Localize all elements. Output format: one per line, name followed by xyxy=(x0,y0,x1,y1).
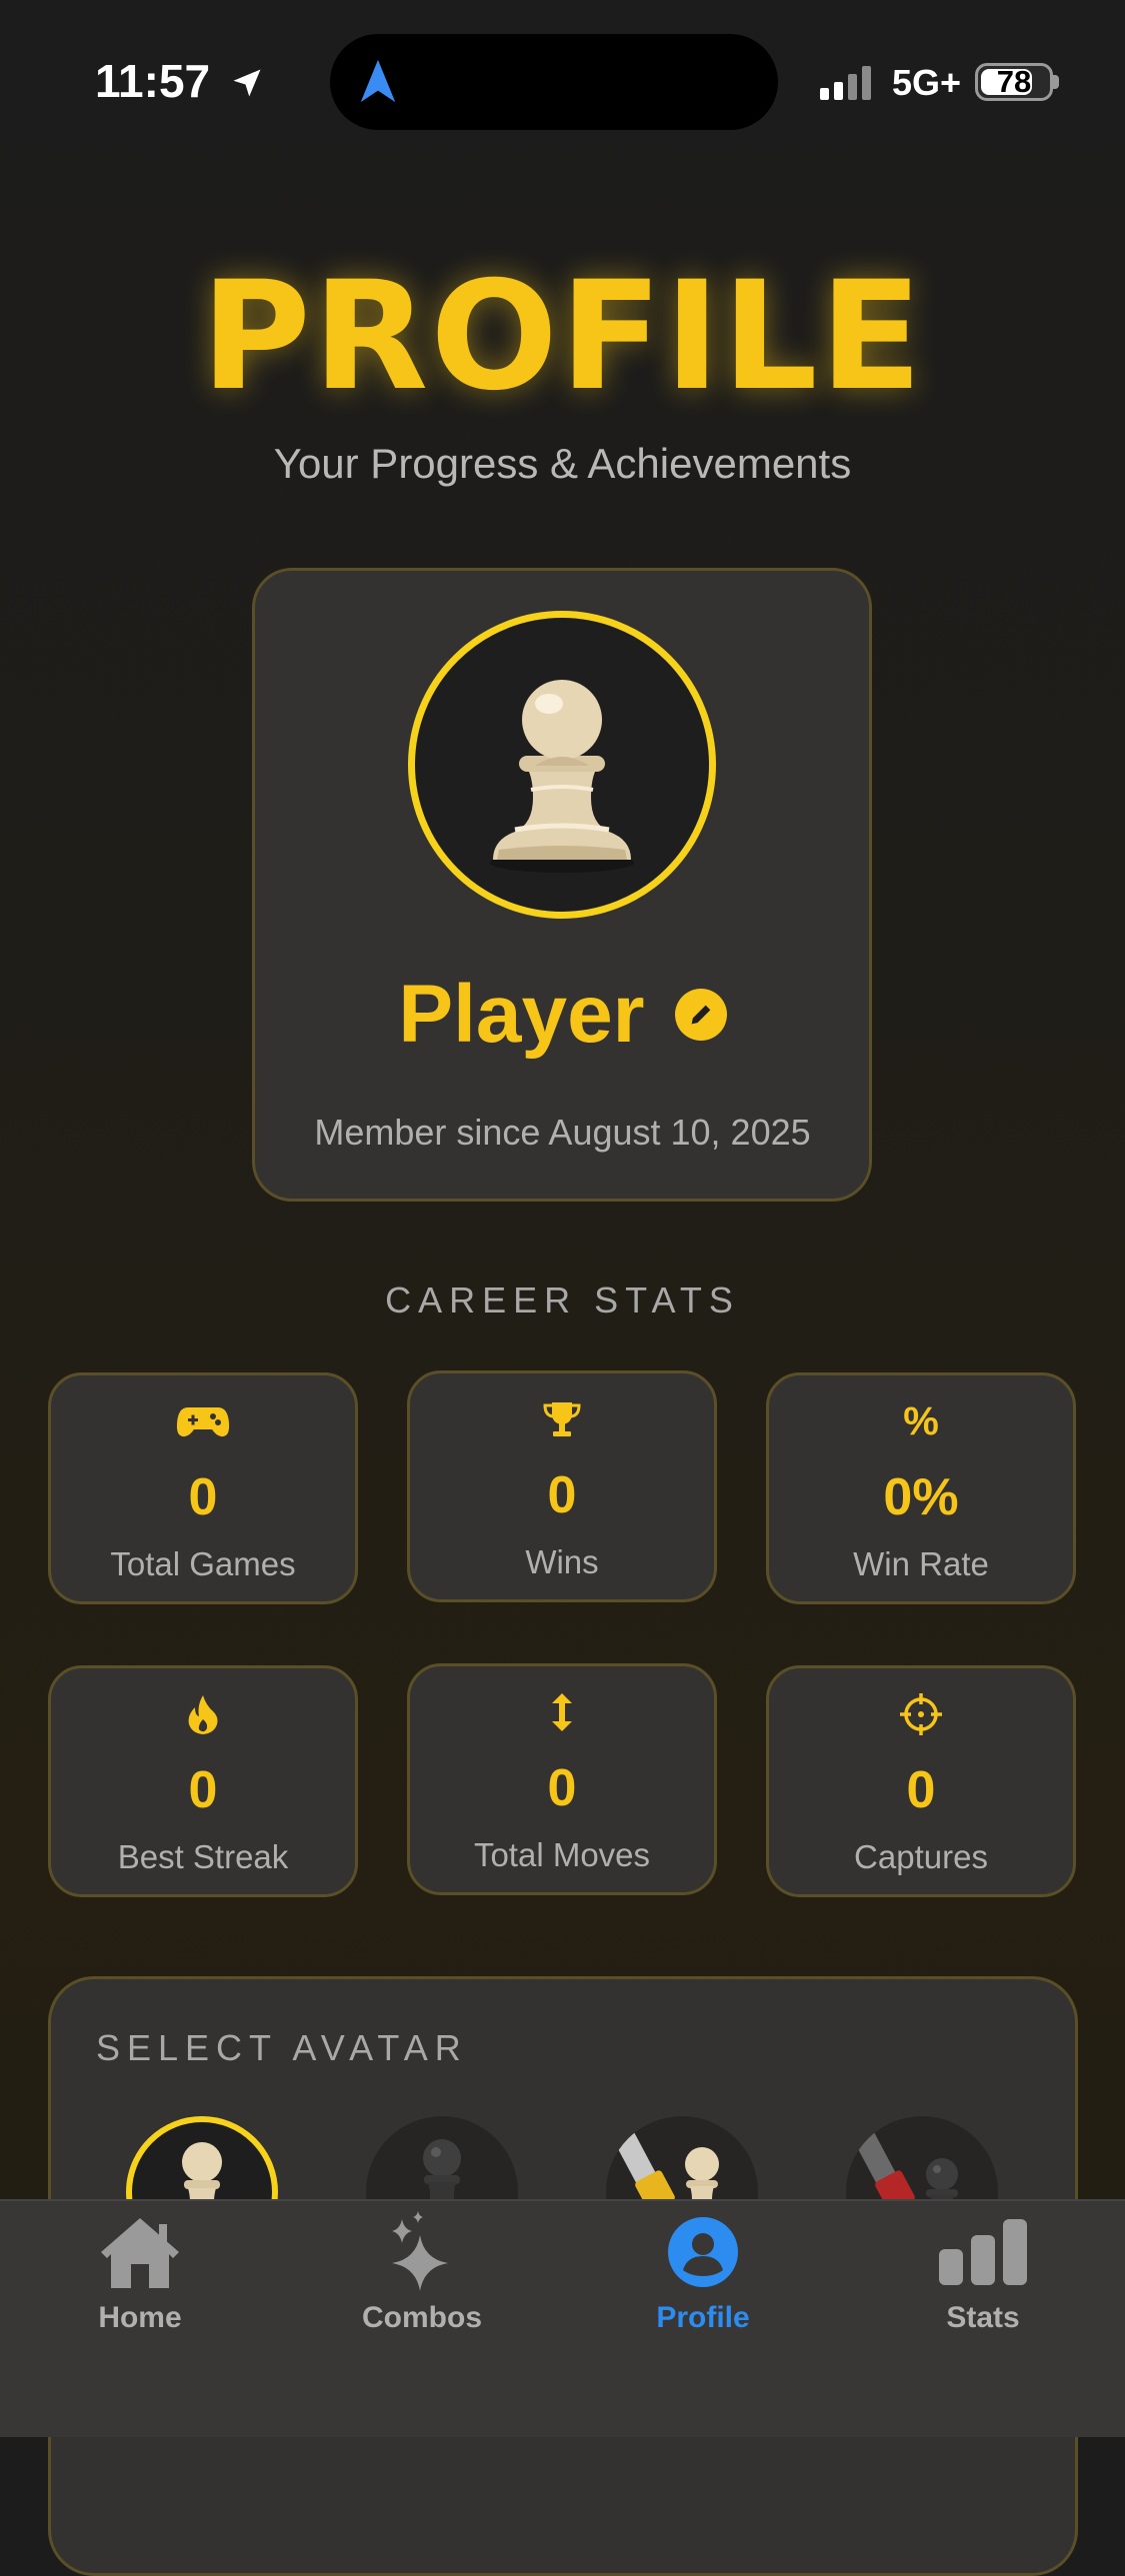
stat-label: Captures xyxy=(854,1838,988,1875)
page-title: PROFILE xyxy=(200,250,925,424)
stat-card-win-rate: % 0% Win Rate xyxy=(766,1372,1076,1604)
stat-label: Total Games xyxy=(110,1545,296,1582)
stat-value: 0 xyxy=(188,1468,218,1526)
stat-label: Wins xyxy=(525,1543,599,1580)
battery-icon: 78 xyxy=(975,63,1053,101)
trophy-icon xyxy=(543,1402,581,1436)
status-time: 11:57 xyxy=(95,54,265,108)
member-since: Member since August 10, 2025 xyxy=(314,1112,811,1153)
stat-value: 0% xyxy=(883,1468,959,1526)
stat-label: Best Streak xyxy=(117,1838,289,1875)
bar-chart-icon xyxy=(939,2219,1027,2285)
network-type: 5G+ xyxy=(892,62,962,103)
stat-card-wins: 0 Wins xyxy=(407,1370,717,1602)
stat-card-captures: 0 Captures xyxy=(766,1665,1076,1897)
edit-name-button[interactable] xyxy=(674,989,727,1041)
profile-avatar[interactable] xyxy=(408,611,716,919)
sparkles-icon xyxy=(392,2211,448,2291)
career-stats-label: CAREER STATS xyxy=(385,1280,740,1320)
battery-cap xyxy=(1053,75,1059,89)
stat-value: 0 xyxy=(547,1466,577,1524)
flame-icon xyxy=(188,1695,218,1734)
stat-value: 0 xyxy=(547,1759,577,1817)
pawn-icon xyxy=(490,680,634,873)
pencil-icon xyxy=(691,1005,710,1025)
stat-label: Total Moves xyxy=(473,1836,651,1873)
stat-card-total-moves: 0 Total Moves xyxy=(407,1663,717,1895)
stat-label: Win Rate xyxy=(853,1545,989,1582)
percent-icon: % xyxy=(903,1398,939,1443)
select-avatar-label: SELECT AVATAR xyxy=(96,2027,468,2068)
stat-card-total-games: 0 Total Games xyxy=(48,1372,358,1604)
gamepad-icon xyxy=(176,1407,230,1437)
page-subtitle: Your Progress & Achievements xyxy=(273,440,852,487)
cellular-signal-icon xyxy=(820,66,876,100)
tab-profile[interactable]: Profile xyxy=(603,2209,803,2335)
house-icon xyxy=(101,2218,179,2288)
stat-value: 0 xyxy=(906,1761,936,1819)
person-circle-icon xyxy=(668,2217,738,2287)
up-down-arrows-icon xyxy=(552,1693,572,1731)
player-name-row: Player xyxy=(0,968,1125,1062)
stat-card-best-streak: 0 Best Streak xyxy=(48,1665,358,1897)
location-arrow-icon xyxy=(233,69,261,97)
navigation-arrow-icon xyxy=(360,59,396,103)
tab-home[interactable]: Home xyxy=(40,2209,240,2335)
tab-stats[interactable]: Stats xyxy=(883,2209,1083,2335)
stat-value: 0 xyxy=(188,1761,218,1819)
player-name: Player xyxy=(398,969,645,1060)
tab-combos[interactable]: Combos xyxy=(322,2209,522,2335)
crosshair-icon xyxy=(900,1693,942,1735)
